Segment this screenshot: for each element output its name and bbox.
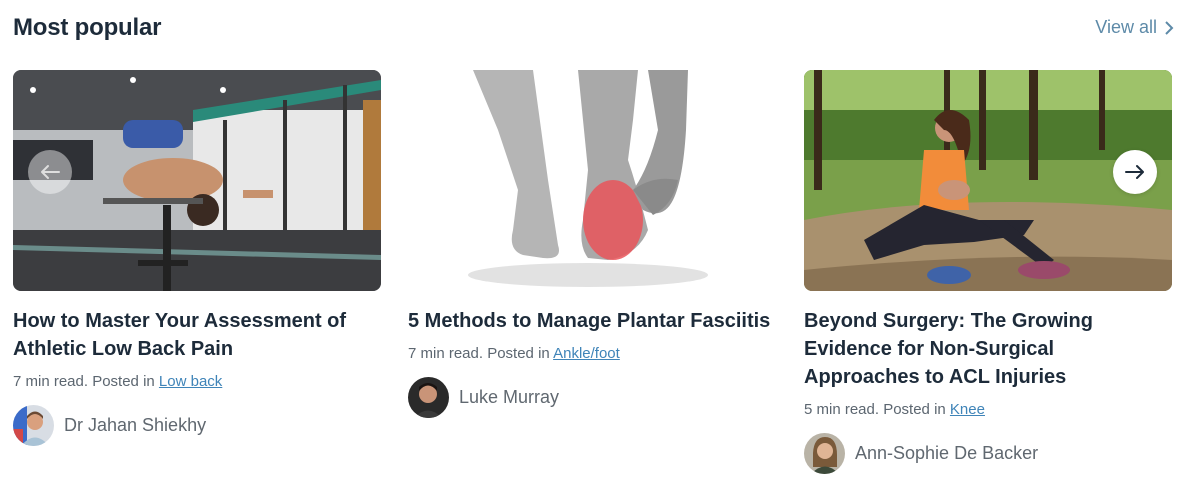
read-time-text: 5 min read. Posted in <box>804 401 950 418</box>
article-card: How to Master Your Assessment of Athleti… <box>13 70 381 446</box>
article-title[interactable]: Beyond Surgery: The Growing Evidence for… <box>804 307 1172 391</box>
read-time-text: 7 min read. Posted in <box>408 345 554 362</box>
arrow-right-icon <box>1125 165 1144 179</box>
author: Luke Murray <box>408 377 776 418</box>
view-all-label: View all <box>1095 17 1157 37</box>
arrow-left-icon <box>41 165 60 179</box>
author-name: Luke Murray <box>459 387 560 407</box>
article-meta: 7 min read. Posted in Low back <box>13 372 381 392</box>
section-header: Most popular View all <box>13 14 1175 44</box>
category-link[interactable]: Knee <box>950 401 985 418</box>
article-meta: 7 min read. Posted in Ankle/foot <box>408 344 776 364</box>
author: Ann-Sophie De Backer <box>804 433 1172 474</box>
chevron-right-icon <box>1165 20 1174 35</box>
article-title[interactable]: 5 Methods to Manage Plantar Fasciitis <box>408 307 776 335</box>
view-all-link[interactable]: View all <box>1095 17 1175 38</box>
carousel-prev-button[interactable] <box>28 150 72 194</box>
category-link[interactable]: Low back <box>159 373 222 390</box>
article-card: Beyond Surgery: The Growing Evidence for… <box>804 70 1172 474</box>
section-title: Most popular <box>13 14 162 41</box>
carousel-next-button[interactable] <box>1113 150 1157 194</box>
article-image-foot[interactable] <box>408 70 776 291</box>
avatar <box>408 377 449 418</box>
author-name: Ann-Sophie De Backer <box>855 443 1039 463</box>
article-title[interactable]: How to Master Your Assessment of Athleti… <box>13 307 381 363</box>
category-link[interactable]: Ankle/foot <box>553 345 620 362</box>
author-name: Dr Jahan Shiekhy <box>64 415 207 435</box>
avatar <box>804 433 845 474</box>
avatar <box>13 405 54 446</box>
read-time-text: 7 min read. Posted in <box>13 373 159 390</box>
article-card: 5 Methods to Manage Plantar Fasciitis 7 … <box>408 70 776 418</box>
article-meta: 5 min read. Posted in Knee <box>804 400 1172 420</box>
author: Dr Jahan Shiekhy <box>13 405 381 446</box>
